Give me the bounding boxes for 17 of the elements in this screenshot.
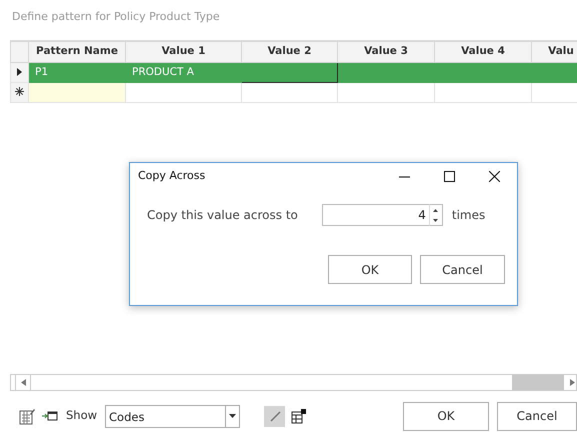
column-header[interactable]: Value 2 (242, 42, 338, 62)
column-header[interactable]: Value 4 (434, 42, 532, 62)
ok-button[interactable]: OK (403, 402, 489, 430)
dialog-title: Copy Across (138, 168, 206, 184)
column-header[interactable]: Value 1 (126, 42, 242, 62)
copy-label: Copy this value across to (147, 207, 298, 224)
cancel-button[interactable]: Cancel (420, 255, 505, 284)
show-label: Show (66, 407, 98, 424)
cancel-button[interactable]: Cancel (497, 402, 577, 430)
column-header[interactable]: Value 3 (338, 42, 434, 62)
column-header[interactable]: Valu (532, 42, 577, 62)
show-dropdown[interactable]: Codes (105, 404, 240, 428)
times-input[interactable]: 4 (322, 204, 429, 226)
times-label: times (452, 207, 486, 224)
column-header[interactable]: Pattern Name (28, 42, 126, 62)
ok-button[interactable]: OK (328, 255, 412, 284)
window-title: Define pattern for Policy Product Type (11, 9, 221, 25)
